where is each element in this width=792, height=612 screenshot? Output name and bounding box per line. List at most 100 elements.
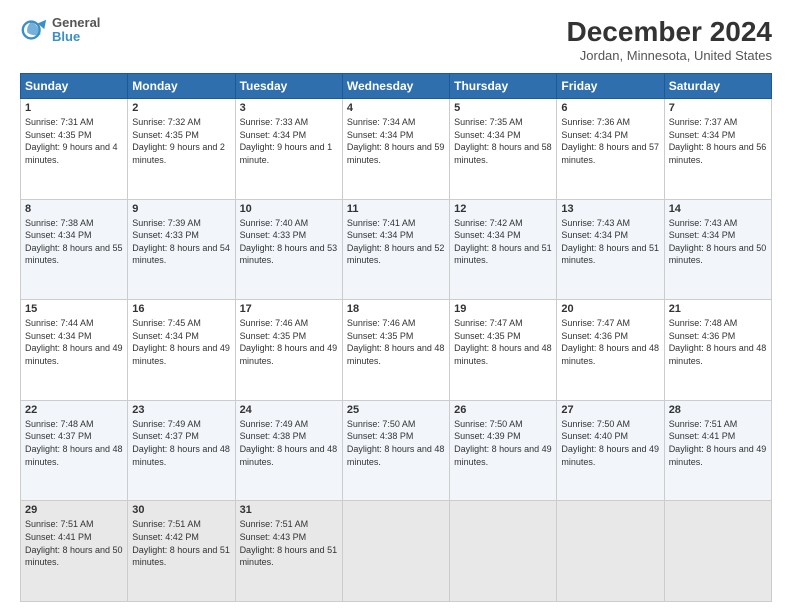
cell-info: Sunrise: 7:32 AMSunset: 4:35 PMDaylight:… — [132, 116, 230, 166]
calendar-cell: 31Sunrise: 7:51 AMSunset: 4:43 PMDayligh… — [235, 501, 342, 602]
cell-info: Sunrise: 7:45 AMSunset: 4:34 PMDaylight:… — [132, 317, 230, 367]
day-number: 6 — [561, 102, 659, 114]
day-number: 26 — [454, 404, 552, 416]
cell-info: Sunrise: 7:38 AMSunset: 4:34 PMDaylight:… — [25, 217, 123, 267]
cell-info: Sunrise: 7:49 AMSunset: 4:38 PMDaylight:… — [240, 418, 338, 468]
day-number: 19 — [454, 303, 552, 315]
calendar-cell: 9 Sunrise: 7:39 AMSunset: 4:33 PMDaylight… — [128, 199, 235, 300]
cell-info: Sunrise: 7:39 AMSunset: 4:33 PMDaylight:… — [132, 217, 230, 267]
calendar-cell: 22Sunrise: 7:48 AMSunset: 4:37 PMDayligh… — [21, 400, 128, 501]
calendar-cell: 15 Sunrise: 7:44 AMSunset: 4:34 PMDayligh… — [21, 300, 128, 401]
calendar-cell: 25 Sunrise: 7:50 AMSunset: 4:38 PMDayligh… — [342, 400, 449, 501]
day-number: 25 — [347, 404, 445, 416]
calendar-week-row: 29Sunrise: 7:51 AMSunset: 4:41 PMDayligh… — [21, 501, 772, 602]
calendar-cell: 10Sunrise: 7:40 AMSunset: 4:33 PMDayligh… — [235, 199, 342, 300]
calendar-cell: 12Sunrise: 7:42 AMSunset: 4:34 PMDayligh… — [450, 199, 557, 300]
header: General Blue December 2024 Jordan, Minne… — [20, 16, 772, 63]
logo: General Blue — [20, 16, 100, 45]
calendar-cell: 8 Sunrise: 7:38 AMSunset: 4:34 PMDaylight… — [21, 199, 128, 300]
cell-info: Sunrise: 7:49 AMSunset: 4:37 PMDaylight:… — [132, 418, 230, 468]
calendar-cell: 28 Sunrise: 7:51 AMSunset: 4:41 PMDayligh… — [664, 400, 771, 501]
calendar-week-row: 22Sunrise: 7:48 AMSunset: 4:37 PMDayligh… — [21, 400, 772, 501]
day-number: 3 — [240, 102, 338, 114]
cell-info: Sunrise: 7:51 AMSunset: 4:41 PMDaylight:… — [669, 418, 767, 468]
calendar-week-row: 8 Sunrise: 7:38 AMSunset: 4:34 PMDaylight… — [21, 199, 772, 300]
calendar-cell — [450, 501, 557, 602]
day-number: 4 — [347, 102, 445, 114]
cell-info: Sunrise: 7:37 AMSunset: 4:34 PMDaylight:… — [669, 116, 767, 166]
calendar-cell: 3 Sunrise: 7:33 AMSunset: 4:34 PMDaylight… — [235, 99, 342, 200]
cell-info: Sunrise: 7:47 AMSunset: 4:36 PMDaylight:… — [561, 317, 659, 367]
calendar-cell: 18 Sunrise: 7:46 AMSunset: 4:35 PMDayligh… — [342, 300, 449, 401]
day-number: 11 — [347, 203, 445, 215]
calendar-table: SundayMondayTuesdayWednesdayThursdayFrid… — [20, 73, 772, 602]
day-number: 14 — [669, 203, 767, 215]
logo-icon — [20, 16, 48, 44]
cell-info: Sunrise: 7:40 AMSunset: 4:33 PMDaylight:… — [240, 217, 338, 267]
day-number: 5 — [454, 102, 552, 114]
calendar-cell: 5 Sunrise: 7:35 AMSunset: 4:34 PMDaylight… — [450, 99, 557, 200]
page: General Blue December 2024 Jordan, Minne… — [0, 0, 792, 612]
day-number: 30 — [132, 504, 230, 516]
cell-info: Sunrise: 7:42 AMSunset: 4:34 PMDaylight:… — [454, 217, 552, 267]
calendar-cell: 1 Sunrise: 7:31 AMSunset: 4:35 PMDaylight… — [21, 99, 128, 200]
cell-info: Sunrise: 7:46 AMSunset: 4:35 PMDaylight:… — [240, 317, 338, 367]
calendar-cell: 26 Sunrise: 7:50 AMSunset: 4:39 PMDayligh… — [450, 400, 557, 501]
day-number: 13 — [561, 203, 659, 215]
calendar-cell: 27 Sunrise: 7:50 AMSunset: 4:40 PMDayligh… — [557, 400, 664, 501]
day-number: 8 — [25, 203, 123, 215]
cell-info: Sunrise: 7:51 AMSunset: 4:43 PMDaylight:… — [240, 518, 338, 568]
calendar-cell — [664, 501, 771, 602]
calendar-header-row: SundayMondayTuesdayWednesdayThursdayFrid… — [21, 74, 772, 99]
cell-info: Sunrise: 7:50 AMSunset: 4:38 PMDaylight:… — [347, 418, 445, 468]
cell-info: Sunrise: 7:43 AMSunset: 4:34 PMDaylight:… — [669, 217, 767, 267]
day-number: 1 — [25, 102, 123, 114]
cell-info: Sunrise: 7:33 AMSunset: 4:34 PMDaylight:… — [240, 116, 338, 166]
title-area: December 2024 Jordan, Minnesota, United … — [567, 16, 772, 63]
calendar-day-header: Monday — [128, 74, 235, 99]
cell-info: Sunrise: 7:44 AMSunset: 4:34 PMDaylight:… — [25, 317, 123, 367]
day-number: 28 — [669, 404, 767, 416]
cell-info: Sunrise: 7:31 AMSunset: 4:35 PMDaylight:… — [25, 116, 123, 166]
calendar-day-header: Sunday — [21, 74, 128, 99]
day-number: 24 — [240, 404, 338, 416]
cell-info: Sunrise: 7:50 AMSunset: 4:39 PMDaylight:… — [454, 418, 552, 468]
calendar-cell: 30Sunrise: 7:51 AMSunset: 4:42 PMDayligh… — [128, 501, 235, 602]
calendar-day-header: Thursday — [450, 74, 557, 99]
calendar-day-header: Wednesday — [342, 74, 449, 99]
day-number: 21 — [669, 303, 767, 315]
cell-info: Sunrise: 7:47 AMSunset: 4:35 PMDaylight:… — [454, 317, 552, 367]
calendar-cell: 4Sunrise: 7:34 AMSunset: 4:34 PMDaylight… — [342, 99, 449, 200]
day-number: 23 — [132, 404, 230, 416]
day-number: 29 — [25, 504, 123, 516]
calendar-week-row: 15 Sunrise: 7:44 AMSunset: 4:34 PMDayligh… — [21, 300, 772, 401]
cell-info: Sunrise: 7:41 AMSunset: 4:34 PMDaylight:… — [347, 217, 445, 267]
month-title: December 2024 — [567, 16, 772, 48]
day-number: 18 — [347, 303, 445, 315]
cell-info: Sunrise: 7:46 AMSunset: 4:35 PMDaylight:… — [347, 317, 445, 367]
logo-text: General Blue — [52, 16, 100, 45]
day-number: 16 — [132, 303, 230, 315]
cell-info: Sunrise: 7:50 AMSunset: 4:40 PMDaylight:… — [561, 418, 659, 468]
calendar-cell — [342, 501, 449, 602]
calendar-week-row: 1 Sunrise: 7:31 AMSunset: 4:35 PMDaylight… — [21, 99, 772, 200]
calendar-cell: 11 Sunrise: 7:41 AMSunset: 4:34 PMDayligh… — [342, 199, 449, 300]
calendar-cell: 19 Sunrise: 7:47 AMSunset: 4:35 PMDayligh… — [450, 300, 557, 401]
day-number: 27 — [561, 404, 659, 416]
cell-info: Sunrise: 7:35 AMSunset: 4:34 PMDaylight:… — [454, 116, 552, 166]
calendar-cell: 7 Sunrise: 7:37 AMSunset: 4:34 PMDaylight… — [664, 99, 771, 200]
day-number: 17 — [240, 303, 338, 315]
calendar-cell: 16 Sunrise: 7:45 AMSunset: 4:34 PMDayligh… — [128, 300, 235, 401]
calendar-cell: 20 Sunrise: 7:47 AMSunset: 4:36 PMDayligh… — [557, 300, 664, 401]
logo-line2: Blue — [52, 30, 100, 44]
cell-info: Sunrise: 7:48 AMSunset: 4:36 PMDaylight:… — [669, 317, 767, 367]
day-number: 15 — [25, 303, 123, 315]
day-number: 7 — [669, 102, 767, 114]
day-number: 22 — [25, 404, 123, 416]
location: Jordan, Minnesota, United States — [567, 48, 772, 63]
calendar-cell: 29Sunrise: 7:51 AMSunset: 4:41 PMDayligh… — [21, 501, 128, 602]
day-number: 9 — [132, 203, 230, 215]
day-number: 20 — [561, 303, 659, 315]
calendar-cell: 17 Sunrise: 7:46 AMSunset: 4:35 PMDayligh… — [235, 300, 342, 401]
calendar-cell: 6Sunrise: 7:36 AMSunset: 4:34 PMDaylight… — [557, 99, 664, 200]
